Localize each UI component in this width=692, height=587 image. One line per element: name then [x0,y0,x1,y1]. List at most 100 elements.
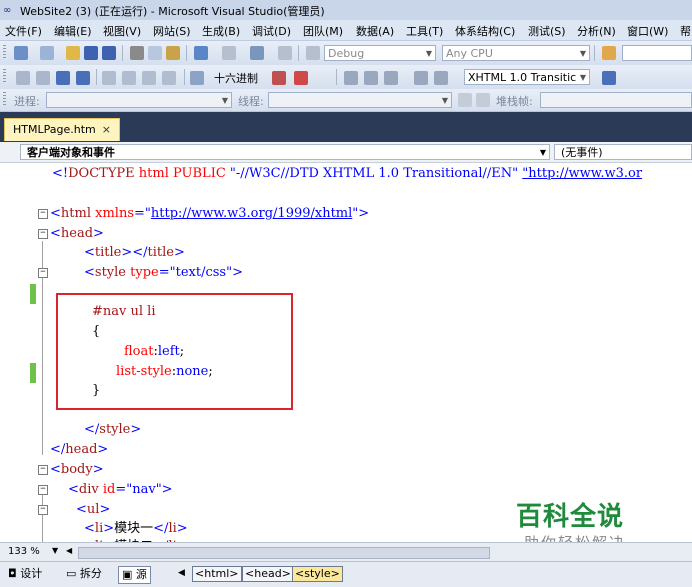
split-view-button[interactable]: ▭ 拆分 [66,566,102,582]
design-icon: ◘ [8,567,17,580]
hexadecimal-toggle[interactable]: 十六进制 [214,70,258,86]
scroll-left-icon[interactable]: ◀ [66,546,72,555]
chevron-down-icon[interactable]: ▼ [52,546,58,555]
toolbar-grip[interactable] [3,69,6,83]
menu-file[interactable]: 文件(F) [5,23,42,39]
show-threads-icon[interactable] [272,71,286,85]
undo-icon[interactable] [194,46,208,60]
menu-window[interactable]: 窗口(W) [627,23,668,39]
show-next-statement-icon[interactable] [102,71,116,85]
breadcrumb-style[interactable]: <style> [292,566,343,582]
add-item-icon[interactable] [40,46,54,60]
menu-website[interactable]: 网站(S) [153,23,191,39]
decrease-indent-icon[interactable] [364,71,378,85]
menu-test[interactable]: 测试(S) [528,23,566,39]
increase-indent-icon[interactable] [384,71,398,85]
break-all-icon[interactable] [36,71,50,85]
menu-view[interactable]: 视图(V) [103,23,141,39]
split-label: 拆分 [79,567,102,580]
restart-icon[interactable] [76,71,90,85]
continue-icon[interactable] [16,71,30,85]
find-combo[interactable] [622,45,692,61]
thread-select[interactable]: ▼ [268,92,452,108]
solution-configuration-select[interactable]: Debug ▼ [324,45,436,61]
horizontal-scrollbar[interactable]: 133 % ▼ ◀ [0,542,692,561]
code-line: <div id="nav"> [68,482,173,497]
menu-data[interactable]: 数据(A) [356,23,394,39]
source-view-button[interactable]: ▣ 源 [118,566,151,584]
toggle-flag-icon[interactable] [458,93,472,107]
zoom-level[interactable]: 133 % [8,546,40,557]
quick-watch-icon[interactable] [190,71,204,85]
toolbar-grip[interactable] [3,45,6,59]
objects-value: 客户端对象和事件 [27,146,115,159]
collapse-icon[interactable]: − [38,465,48,475]
start-debugging-icon[interactable] [306,46,320,60]
redo-icon[interactable] [222,46,236,60]
step-into-icon[interactable] [122,71,136,85]
view-switcher-bar: ◘ 设计 ▭ 拆分 ▣ 源 ◀ <html> <head> <style> [0,561,692,587]
collapse-icon[interactable]: − [38,485,48,495]
design-view-button[interactable]: ◘ 设计 [8,566,42,582]
show-flagged-threads-icon[interactable] [476,93,490,107]
code-line: </style> [84,422,142,437]
chevron-down-icon: ▼ [579,73,586,82]
toolbar-separator [122,45,123,61]
window-title: WebSite2 (3) (正在运行) - Microsoft Visual S… [20,5,325,18]
collapse-icon[interactable]: − [38,229,48,239]
cut-icon[interactable] [130,46,144,60]
uncomment-icon[interactable] [434,71,448,85]
breadcrumb-html[interactable]: <html> [192,566,242,582]
toolbar-separator [96,69,97,85]
navigate-forward-icon[interactable] [278,46,292,60]
close-icon[interactable]: × [102,123,111,136]
tab-htmlpage[interactable]: HTMLPage.htm × [4,118,120,141]
collapse-icon[interactable]: − [38,268,48,278]
menu-team[interactable]: 团队(M) [303,23,343,39]
chevron-down-icon: ▼ [425,49,432,58]
collapse-icon[interactable]: − [38,209,48,219]
menu-build[interactable]: 生成(B) [202,23,240,39]
scroll-thumb[interactable] [78,547,490,559]
save-all-icon[interactable] [102,46,116,60]
client-objects-select[interactable]: 客户端对象和事件 ▼ [20,144,550,160]
breadcrumb-left-icon[interactable]: ◀ [178,568,185,578]
stop-debugging-icon[interactable] [56,71,70,85]
menu-tools[interactable]: 工具(T) [406,23,443,39]
thread-label: 线程: [238,95,264,108]
comment-icon[interactable] [414,71,428,85]
menu-analyze[interactable]: 分析(N) [577,23,616,39]
toolbar-separator [594,45,595,61]
code-line: <li>模块一</li> [84,521,188,536]
find-in-files-icon[interactable] [602,46,616,60]
solution-platform-select[interactable]: Any CPU ▼ [442,45,590,61]
new-project-icon[interactable] [14,46,28,60]
toolbar-grip[interactable] [3,92,6,106]
configuration-value: Debug [328,47,365,60]
toolbar-separator [184,69,185,85]
stack-frame-select[interactable] [540,92,692,108]
collapse-icon[interactable]: − [38,505,48,515]
open-folder-icon[interactable] [66,46,80,60]
check-accessibility-icon[interactable] [602,71,616,85]
target-schema-select[interactable]: XHTML 1.0 Transitic ▼ [464,69,590,85]
menu-architecture[interactable]: 体系结构(C) [455,23,515,39]
stack-frame-label: 堆栈帧: [496,95,533,108]
menu-debug[interactable]: 调试(D) [252,23,291,39]
step-over-icon[interactable] [142,71,156,85]
schema-value: XHTML 1.0 Transitic [468,71,577,84]
copy-icon[interactable] [148,46,162,60]
menu-help[interactable]: 帮 [680,23,691,39]
process-select[interactable]: ▼ [46,92,232,108]
menu-edit[interactable]: 编辑(E) [54,23,92,39]
paste-icon[interactable] [166,46,180,60]
navigate-backward-icon[interactable] [250,46,264,60]
breadcrumb-head[interactable]: <head> [242,566,294,582]
save-icon[interactable] [84,46,98,60]
events-select[interactable]: (无事件) [554,144,692,160]
chevron-down-icon: ▼ [441,96,448,105]
breakpoints-icon[interactable] [294,71,308,85]
step-out-icon[interactable] [162,71,176,85]
code-line: <!DOCTYPE html PUBLIC "-//W3C//DTD XHTML… [52,166,643,181]
format-document-icon[interactable] [344,71,358,85]
